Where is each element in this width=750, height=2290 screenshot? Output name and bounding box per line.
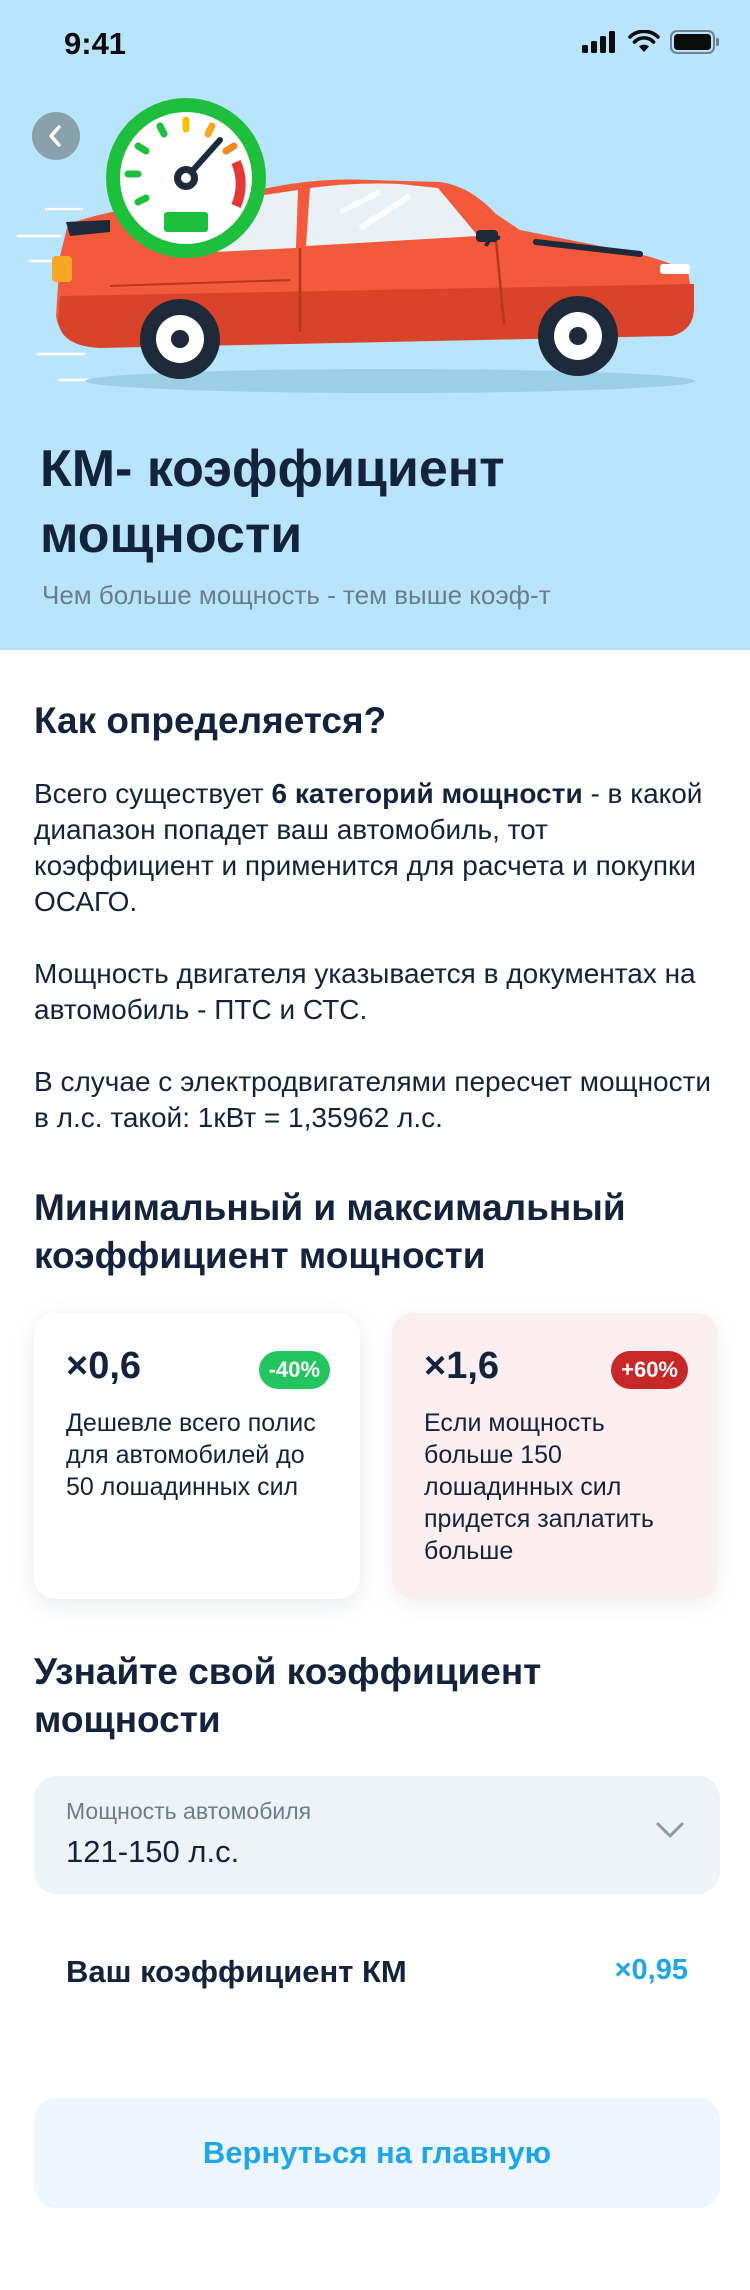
page-title: КМ- коэффициент мощности — [40, 440, 505, 564]
min-coefficient-value: ×0,6 — [66, 1345, 142, 1387]
status-time: 9:41 — [64, 26, 127, 61]
result-label: Ваш коэффициент КМ — [66, 1954, 407, 1989]
how-p1-start: Всего существует — [34, 778, 272, 809]
engine-power-select[interactable]: Мощность автомобиля 121-150 л.с. — [34, 1776, 720, 1894]
page-subtitle: Чем больше мощность - тем выше коэф-т — [42, 580, 551, 610]
back-to-home-button[interactable]: Вернуться на главную — [34, 2098, 720, 2208]
rear-wheel — [140, 299, 220, 379]
speedometer-icon — [106, 98, 266, 258]
chevron-down-icon — [656, 1822, 684, 1838]
front-wheel — [538, 296, 618, 376]
car-illustration — [16, 98, 695, 393]
max-coefficient-value: ×1,6 — [424, 1345, 500, 1387]
how-paragraph-documents: Мощность двигателя указывается в докумен… — [34, 958, 696, 1025]
calc-section-title: Узнайте свой коэффициент мощности — [34, 1651, 542, 1740]
result-value: ×0,95 — [614, 1954, 688, 1986]
max-coefficient-text: Если мощность больше 150 лошадинных сил … — [424, 1409, 654, 1565]
how-section-title: Как определяется? — [34, 700, 387, 741]
engine-power-label: Мощность автомобиля — [66, 1798, 312, 1824]
wifi-icon — [628, 30, 660, 52]
engine-power-value: 121-150 л.с. — [66, 1834, 240, 1869]
max-coefficient-card: ×1,6 +60% Если мощность больше 150 лошад… — [392, 1313, 718, 1599]
min-coefficient-card: ×0,6 -40% Дешевле всего полис для автомо… — [34, 1313, 360, 1599]
status-icons — [582, 30, 720, 54]
status-bar: 9:41 — [0, 0, 750, 90]
how-paragraph-electric: В случае с электродвигателями пересчет м… — [34, 1066, 712, 1133]
how-paragraph-categories: Всего существует 6 категорий мощности - … — [34, 776, 724, 920]
hero-section: 9:41 КМ- коэффициент мощности Чем больше… — [0, 0, 750, 650]
max-surcharge-badge: +60% — [611, 1351, 688, 1389]
signal-icon — [582, 31, 615, 53]
minmax-section-title: Минимальный и максимальный коэффициент м… — [34, 1187, 626, 1276]
how-p1-bold: 6 категорий мощности — [271, 778, 583, 809]
min-discount-badge: -40% — [258, 1351, 330, 1389]
min-coefficient-text: Дешевле всего полис для автомобилей до 5… — [66, 1409, 316, 1501]
battery-icon — [670, 30, 719, 54]
